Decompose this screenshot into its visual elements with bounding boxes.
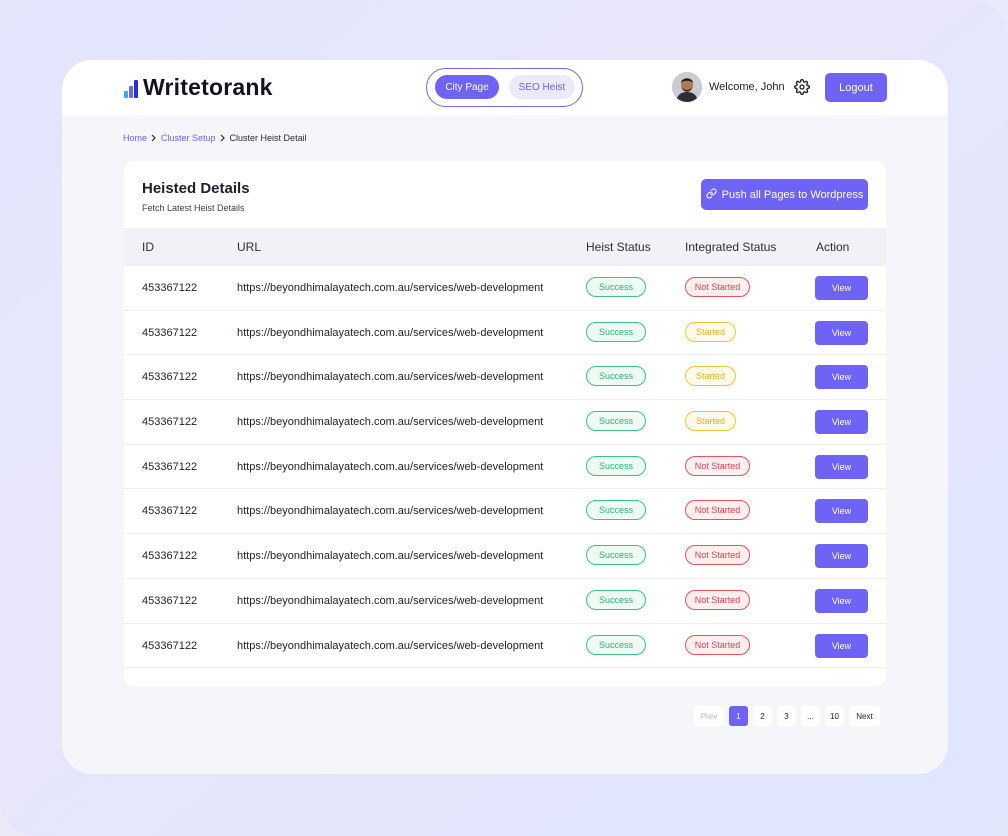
breadcrumb-home[interactable]: Home	[123, 133, 147, 143]
integrated-status-badge: Not Started	[685, 277, 750, 297]
integrated-status-badge: Not Started	[685, 634, 750, 655]
app-window: Writetorank City Page SEO Heist Welcome,…	[62, 60, 948, 774]
panel-title: Heisted Details	[142, 180, 250, 197]
integrated-status-badge: Started	[685, 366, 736, 387]
heist-status-badge: Success	[586, 277, 646, 297]
table-row: 453367122 https://beyondhimalayatech.com.…	[124, 400, 886, 445]
next-page-button[interactable]: Next	[849, 706, 880, 726]
cell-url: https://beyondhimalayatech.com.au/servic…	[237, 594, 544, 607]
top-navbar: Writetorank City Page SEO Heist Welcome,…	[62, 60, 948, 115]
panel-subtitle: Fetch Latest Heist Details	[142, 203, 245, 213]
heist-status-badge: Success	[586, 545, 646, 566]
heist-status-badge: Success	[586, 366, 646, 387]
cell-url: https://beyondhimalayatech.com.au/servic…	[237, 460, 544, 473]
integrated-status-badge: Not Started	[685, 455, 750, 476]
chevron-right-icon	[147, 133, 161, 143]
cell-url: https://beyondhimalayatech.com.au/servic…	[237, 416, 544, 429]
cell-id: 453367122	[142, 639, 198, 652]
integrated-status-badge: Not Started	[685, 545, 750, 566]
link-icon	[706, 187, 717, 202]
logout-button[interactable]: Logout	[825, 73, 887, 102]
cell-url: https://beyondhimalayatech.com.au/servic…	[237, 550, 544, 563]
table-header: ID URL Heist Status Integrated Status Ac…	[124, 228, 886, 266]
view-button[interactable]: View	[815, 410, 868, 435]
heist-status-badge: Success	[586, 589, 646, 610]
page-type-toggle: City Page SEO Heist	[426, 68, 583, 107]
table-row: 453367122 https://beyondhimalayatech.com.…	[124, 311, 886, 356]
tab-seo-heist[interactable]: SEO Heist	[509, 75, 575, 99]
cell-id: 453367122	[142, 460, 198, 473]
view-button[interactable]: View	[815, 454, 868, 479]
page-button[interactable]: 2	[753, 706, 772, 726]
page-button[interactable]: 3	[777, 706, 796, 726]
pagination-ellipsis: ...	[801, 706, 820, 726]
brand-name: Writetorank	[143, 74, 273, 100]
brand-logo[interactable]: Writetorank	[124, 74, 273, 101]
prev-page-button[interactable]: Prev	[694, 706, 724, 726]
table-row: 453367122 https://beyondhimalayatech.com.…	[124, 489, 886, 535]
table-row: 453367122 https://beyondhimalayatech.com.…	[124, 445, 886, 490]
header-url: URL	[237, 240, 262, 254]
integrated-status-badge: Not Started	[685, 589, 750, 610]
view-button[interactable]: View	[815, 499, 868, 524]
pagination: Prev 1 2 3... 10 Next	[694, 706, 880, 726]
header-integrated-status: Integrated Status	[685, 240, 777, 254]
breadcrumb-current: Cluster Heist Detail	[229, 133, 307, 143]
table-row: 453367122 https://beyondhimalayatech.com.…	[124, 266, 886, 311]
heist-status-badge: Success	[586, 455, 646, 476]
avatar[interactable]	[672, 72, 702, 102]
cell-id: 453367122	[142, 326, 198, 339]
push-to-wordpress-button[interactable]: Push all Pages to Wordpress	[701, 179, 868, 210]
breadcrumb: Home Cluster Setup Cluster Heist Detail	[123, 133, 307, 143]
welcome-text: Welcome, John	[709, 81, 785, 93]
heist-status-badge: Success	[586, 321, 646, 342]
push-button-label: Push all Pages to Wordpress	[721, 188, 864, 201]
cell-url: https://beyondhimalayatech.com.au/servic…	[237, 371, 544, 384]
table-row: 453367122 https://beyondhimalayatech.com.…	[124, 624, 886, 669]
view-button[interactable]: View	[815, 544, 868, 569]
table-body: 453367122 https://beyondhimalayatech.com.…	[124, 266, 886, 669]
gear-icon[interactable]	[794, 79, 810, 95]
cell-id: 453367122	[142, 594, 198, 607]
view-button[interactable]: View	[815, 633, 868, 658]
heist-status-badge: Success	[586, 634, 646, 655]
cell-url: https://beyondhimalayatech.com.au/servic…	[237, 326, 544, 339]
cell-id: 453367122	[142, 282, 198, 294]
table-row: 453367122 https://beyondhimalayatech.com.…	[124, 355, 886, 401]
heist-status-badge: Success	[586, 411, 646, 432]
tab-city-page[interactable]: City Page	[435, 75, 499, 99]
cell-url: https://beyondhimalayatech.com.au/servic…	[237, 282, 544, 294]
view-button[interactable]: View	[815, 365, 868, 390]
chevron-right-icon	[216, 133, 230, 143]
view-button[interactable]: View	[815, 320, 868, 345]
cell-id: 453367122	[142, 371, 198, 384]
header-heist-status: Heist Status	[586, 240, 651, 254]
integrated-status-badge: Not Started	[685, 500, 750, 521]
breadcrumb-cluster-setup[interactable]: Cluster Setup	[161, 133, 216, 143]
header-action: Action	[816, 240, 850, 254]
cell-id: 453367122	[142, 505, 198, 518]
header-id: ID	[142, 240, 154, 254]
page-button[interactable]: 10	[825, 706, 844, 726]
cell-url: https://beyondhimalayatech.com.au/servic…	[237, 505, 544, 518]
cell-id: 453367122	[142, 550, 198, 563]
view-button[interactable]: View	[815, 588, 868, 613]
integrated-status-badge: Started	[685, 321, 736, 342]
bar-chart-icon	[124, 78, 140, 98]
table-row: 453367122 https://beyondhimalayatech.com.…	[124, 579, 886, 624]
cell-id: 453367122	[142, 416, 198, 429]
integrated-status-badge: Started	[685, 411, 736, 432]
cell-url: https://beyondhimalayatech.com.au/servic…	[237, 639, 544, 652]
page-button[interactable]: 1	[729, 706, 748, 726]
heist-status-badge: Success	[586, 500, 646, 521]
table-row: 453367122 https://beyondhimalayatech.com.…	[124, 534, 886, 579]
view-button[interactable]: View	[815, 276, 868, 300]
heisted-details-panel: Heisted Details Fetch Latest Heist Detai…	[124, 161, 886, 686]
